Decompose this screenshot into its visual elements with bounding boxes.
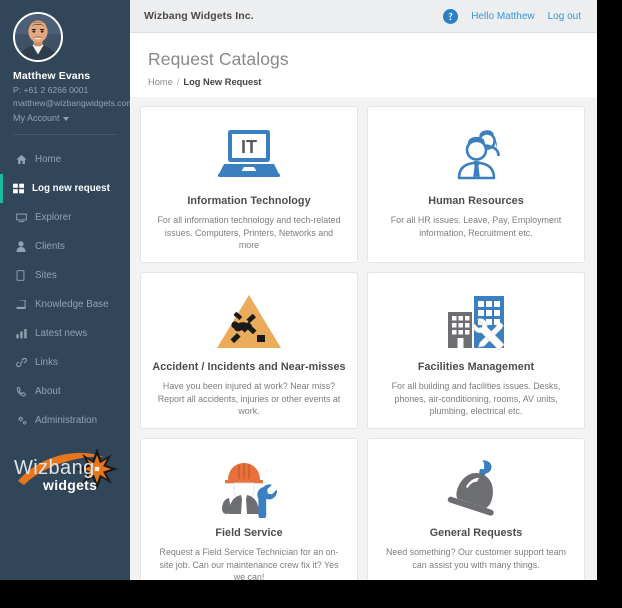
sidebar-item-sites[interactable]: Sites [0, 261, 130, 290]
laptop-it-icon: IT [215, 119, 283, 193]
sidebar: Matthew Evans P: +61 2 6266 0001 matthew… [0, 0, 130, 580]
sidebar-item-log-new-request[interactable]: Log new request [0, 174, 130, 203]
profile-name: Matthew Evans [13, 70, 91, 82]
catalog-card-title: General Requests [429, 527, 523, 539]
help-circle-icon[interactable] [443, 8, 459, 24]
profile-email: matthew@wizbangwidgets.com [13, 98, 130, 108]
catalog-card-general-requests[interactable]: General Requests Need something? Our cus… [367, 438, 585, 580]
phone-icon [16, 386, 31, 397]
catalog-card-field-service[interactable]: Field Service Request a Field Service Te… [140, 438, 358, 580]
catalog-card-title: Facilities Management [417, 361, 535, 373]
profile-phone: P: +61 2 6266 0001 [13, 85, 89, 95]
sidebar-item-latest-news[interactable]: Latest news [0, 319, 130, 348]
service-bell-icon [444, 451, 508, 525]
top-header-bar: Wizbang Widgets Inc. Hello Matthew Log o… [130, 0, 597, 33]
svg-text:widgets: widgets [42, 477, 97, 493]
content-scrollbar[interactable] [589, 33, 597, 580]
sidebar-item-label: Home [35, 154, 62, 165]
catalog-card-title: Information Technology [187, 195, 311, 207]
catalog-card-information-technology[interactable]: IT Information Technology For all inform… [140, 106, 358, 263]
header-actions: Hello Matthew Log out [443, 8, 589, 24]
sidebar-item-label: About [35, 386, 61, 397]
company-brand: Wizbang Widgets Inc. [144, 10, 254, 22]
grid-icon [13, 183, 28, 194]
svg-text:Wizbang: Wizbang [14, 457, 95, 479]
user-icon [16, 241, 31, 252]
link-icon [16, 357, 31, 368]
catalog-card-title: Human Resources [428, 195, 524, 207]
sidebar-logo[interactable]: Wizbang widgets [0, 437, 130, 507]
sidebar-item-administration[interactable]: Administration [0, 406, 130, 435]
sidebar-item-label: Explorer [35, 212, 72, 223]
breadcrumb: Home / Log New Request [148, 77, 597, 87]
sidebar-item-home[interactable]: Home [0, 145, 130, 174]
people-hr-icon [445, 119, 507, 193]
home-icon [16, 154, 31, 165]
warning-triangle-slip-icon [215, 285, 283, 359]
sidebar-item-label: Administration [35, 415, 98, 426]
desktop-icon [16, 212, 31, 223]
breadcrumb-separator: / [176, 77, 180, 87]
breadcrumb-current: Log New Request [183, 77, 262, 87]
catalog-card-description: For all building and facilities issues. … [391, 381, 561, 417]
cogs-icon [16, 415, 31, 426]
sidebar-item-links[interactable]: Links [0, 348, 130, 377]
sidebar-item-label: Clients [35, 241, 65, 252]
catalog-card-description: Need something? Our customer support tea… [385, 547, 567, 570]
catalog-grid: IT Information Technology For all inform… [130, 97, 597, 580]
sidebar-item-label: Log new request [32, 183, 110, 194]
book-icon [16, 299, 31, 310]
catalog-card-description: For all information technology and tech-… [157, 215, 341, 251]
svg-text:IT: IT [241, 137, 257, 157]
catalog-card-accident-incidents[interactable]: Accident / Incidents and Near-misses Hav… [140, 272, 358, 429]
sidebar-item-knowledge-base[interactable]: Knowledge Base [0, 290, 130, 319]
greeting-link[interactable]: Hello Matthew [471, 11, 534, 22]
sidebar-item-about[interactable]: About [0, 377, 130, 406]
content-scroll-region[interactable]: Request Catalogs Home / Log New Request [130, 33, 597, 580]
catalog-card-title: Field Service [215, 527, 283, 539]
avatar[interactable] [13, 12, 63, 62]
chevron-down-icon [62, 116, 69, 121]
page-title: Request Catalogs [148, 49, 289, 69]
catalog-card-description: Request a Field Service Technician for a… [159, 547, 339, 580]
sidebar-profile: Matthew Evans P: +61 2 6266 0001 matthew… [0, 0, 130, 123]
sidebar-item-explorer[interactable]: Explorer [0, 203, 130, 232]
application-window: Matthew Evans P: +61 2 6266 0001 matthew… [0, 0, 597, 580]
catalog-card-description: For all HR issues. Leave, Pay, Employmen… [390, 215, 562, 238]
sidebar-divider [13, 134, 117, 135]
sidebar-item-clients[interactable]: Clients [0, 232, 130, 261]
bar-chart-icon [16, 328, 31, 339]
sidebar-item-label: Links [35, 357, 58, 368]
buildings-tools-icon [443, 285, 509, 359]
tablet-icon [16, 270, 31, 281]
main-area: Wizbang Widgets Inc. Hello Matthew Log o… [130, 0, 597, 580]
catalog-card-title: Accident / Incidents and Near-misses [152, 361, 346, 373]
sidebar-item-label: Sites [35, 270, 57, 281]
catalog-card-description: Have you been injured at work? Near miss… [157, 381, 341, 417]
logout-link[interactable]: Log out [548, 11, 581, 22]
page-header: Request Catalogs Home / Log New Request [130, 33, 597, 97]
catalog-card-facilities-management[interactable]: Facilities Management For all building a… [367, 272, 585, 429]
my-account-menu[interactable]: My Account [13, 113, 117, 123]
breadcrumb-home[interactable]: Home [148, 77, 173, 87]
my-account-label: My Account [13, 113, 60, 123]
sidebar-item-label: Knowledge Base [35, 299, 109, 310]
sidebar-nav: Home Log new request Explorer Clients Si… [0, 145, 130, 435]
worker-hardhat-wrench-icon [217, 451, 281, 525]
sidebar-item-label: Latest news [35, 328, 88, 339]
catalog-card-human-resources[interactable]: Human Resources For all HR issues. Leave… [367, 106, 585, 263]
